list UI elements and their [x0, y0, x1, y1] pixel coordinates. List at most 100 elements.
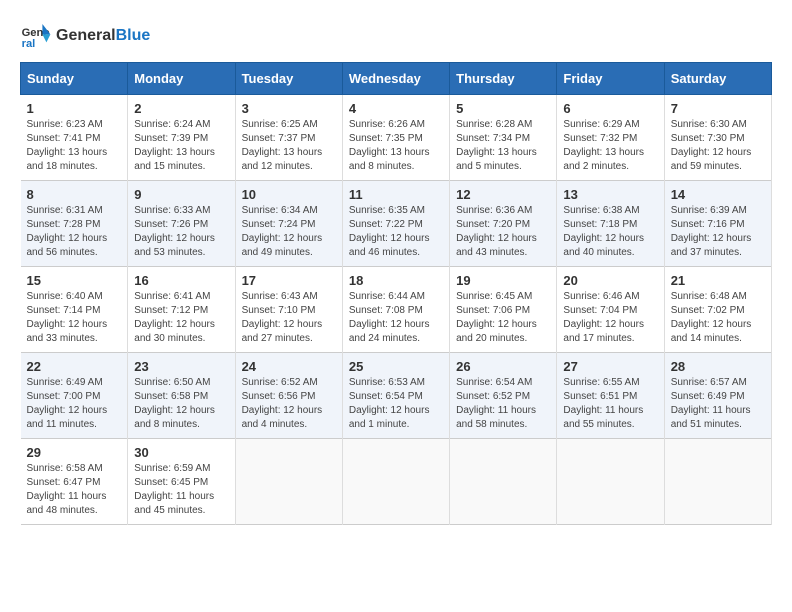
day-number: 23: [134, 359, 228, 374]
day-number: 17: [242, 273, 336, 288]
day-info: Sunrise: 6:28 AM Sunset: 7:34 PM Dayligh…: [456, 118, 550, 174]
calendar-table: SundayMondayTuesdayWednesdayThursdayFrid…: [20, 62, 772, 525]
svg-text:ral: ral: [22, 38, 36, 50]
day-info: Sunrise: 6:44 AM Sunset: 7:08 PM Dayligh…: [349, 290, 443, 346]
day-number: 25: [349, 359, 443, 374]
calendar-cell: [235, 439, 342, 525]
day-info: Sunrise: 6:23 AM Sunset: 7:41 PM Dayligh…: [27, 118, 122, 174]
day-number: 22: [27, 359, 122, 374]
day-info: Sunrise: 6:46 AM Sunset: 7:04 PM Dayligh…: [563, 290, 657, 346]
day-number: 16: [134, 273, 228, 288]
day-number: 4: [349, 101, 443, 116]
day-info: Sunrise: 6:59 AM Sunset: 6:45 PM Dayligh…: [134, 462, 228, 518]
day-info: Sunrise: 6:33 AM Sunset: 7:26 PM Dayligh…: [134, 204, 228, 260]
day-info: Sunrise: 6:39 AM Sunset: 7:16 PM Dayligh…: [671, 204, 765, 260]
day-info: Sunrise: 6:29 AM Sunset: 7:32 PM Dayligh…: [563, 118, 657, 174]
day-number: 28: [671, 359, 765, 374]
day-number: 1: [27, 101, 122, 116]
weekday-header-monday: Monday: [128, 63, 235, 95]
calendar-cell: 12 Sunrise: 6:36 AM Sunset: 7:20 PM Dayl…: [450, 181, 557, 267]
day-number: 7: [671, 101, 765, 116]
day-number: 10: [242, 187, 336, 202]
calendar-cell: 8 Sunrise: 6:31 AM Sunset: 7:28 PM Dayli…: [21, 181, 128, 267]
calendar-cell: 9 Sunrise: 6:33 AM Sunset: 7:26 PM Dayli…: [128, 181, 235, 267]
day-number: 13: [563, 187, 657, 202]
day-info: Sunrise: 6:54 AM Sunset: 6:52 PM Dayligh…: [456, 376, 550, 432]
day-number: 26: [456, 359, 550, 374]
calendar-cell: 25 Sunrise: 6:53 AM Sunset: 6:54 PM Dayl…: [342, 353, 449, 439]
calendar-cell: 16 Sunrise: 6:41 AM Sunset: 7:12 PM Dayl…: [128, 267, 235, 353]
day-number: 11: [349, 187, 443, 202]
day-info: Sunrise: 6:34 AM Sunset: 7:24 PM Dayligh…: [242, 204, 336, 260]
calendar-cell: [664, 439, 771, 525]
calendar-cell: 3 Sunrise: 6:25 AM Sunset: 7:37 PM Dayli…: [235, 95, 342, 181]
day-number: 6: [563, 101, 657, 116]
day-number: 14: [671, 187, 765, 202]
day-number: 30: [134, 445, 228, 460]
week-row-2: 8 Sunrise: 6:31 AM Sunset: 7:28 PM Dayli…: [21, 181, 772, 267]
calendar-cell: 17 Sunrise: 6:43 AM Sunset: 7:10 PM Dayl…: [235, 267, 342, 353]
calendar-cell: 4 Sunrise: 6:26 AM Sunset: 7:35 PM Dayli…: [342, 95, 449, 181]
calendar-cell: 26 Sunrise: 6:54 AM Sunset: 6:52 PM Dayl…: [450, 353, 557, 439]
calendar-cell: 22 Sunrise: 6:49 AM Sunset: 7:00 PM Dayl…: [21, 353, 128, 439]
day-info: Sunrise: 6:30 AM Sunset: 7:30 PM Dayligh…: [671, 118, 765, 174]
day-info: Sunrise: 6:53 AM Sunset: 6:54 PM Dayligh…: [349, 376, 443, 432]
day-number: 12: [456, 187, 550, 202]
calendar-cell: 10 Sunrise: 6:34 AM Sunset: 7:24 PM Dayl…: [235, 181, 342, 267]
day-info: Sunrise: 6:26 AM Sunset: 7:35 PM Dayligh…: [349, 118, 443, 174]
calendar-cell: 7 Sunrise: 6:30 AM Sunset: 7:30 PM Dayli…: [664, 95, 771, 181]
day-info: Sunrise: 6:58 AM Sunset: 6:47 PM Dayligh…: [27, 462, 122, 518]
week-row-4: 22 Sunrise: 6:49 AM Sunset: 7:00 PM Dayl…: [21, 353, 772, 439]
day-info: Sunrise: 6:57 AM Sunset: 6:49 PM Dayligh…: [671, 376, 765, 432]
day-info: Sunrise: 6:24 AM Sunset: 7:39 PM Dayligh…: [134, 118, 228, 174]
day-info: Sunrise: 6:40 AM Sunset: 7:14 PM Dayligh…: [27, 290, 122, 346]
weekday-header-friday: Friday: [557, 63, 664, 95]
calendar-cell: 2 Sunrise: 6:24 AM Sunset: 7:39 PM Dayli…: [128, 95, 235, 181]
calendar-cell: 13 Sunrise: 6:38 AM Sunset: 7:18 PM Dayl…: [557, 181, 664, 267]
day-info: Sunrise: 6:43 AM Sunset: 7:10 PM Dayligh…: [242, 290, 336, 346]
calendar-cell: 27 Sunrise: 6:55 AM Sunset: 6:51 PM Dayl…: [557, 353, 664, 439]
weekday-header-saturday: Saturday: [664, 63, 771, 95]
calendar-cell: 1 Sunrise: 6:23 AM Sunset: 7:41 PM Dayli…: [21, 95, 128, 181]
day-number: 5: [456, 101, 550, 116]
day-number: 29: [27, 445, 122, 460]
weekday-header-sunday: Sunday: [21, 63, 128, 95]
calendar-cell: [450, 439, 557, 525]
calendar-cell: 28 Sunrise: 6:57 AM Sunset: 6:49 PM Dayl…: [664, 353, 771, 439]
day-number: 15: [27, 273, 122, 288]
day-number: 19: [456, 273, 550, 288]
day-number: 3: [242, 101, 336, 116]
calendar-cell: 21 Sunrise: 6:48 AM Sunset: 7:02 PM Dayl…: [664, 267, 771, 353]
calendar-cell: 11 Sunrise: 6:35 AM Sunset: 7:22 PM Dayl…: [342, 181, 449, 267]
logo: Gene ral GeneralBlue: [20, 20, 150, 52]
calendar-cell: 20 Sunrise: 6:46 AM Sunset: 7:04 PM Dayl…: [557, 267, 664, 353]
logo-text: GeneralBlue: [56, 27, 150, 45]
weekday-header-row: SundayMondayTuesdayWednesdayThursdayFrid…: [21, 63, 772, 95]
week-row-3: 15 Sunrise: 6:40 AM Sunset: 7:14 PM Dayl…: [21, 267, 772, 353]
weekday-header-tuesday: Tuesday: [235, 63, 342, 95]
day-number: 21: [671, 273, 765, 288]
day-info: Sunrise: 6:50 AM Sunset: 6:58 PM Dayligh…: [134, 376, 228, 432]
day-number: 9: [134, 187, 228, 202]
day-number: 2: [134, 101, 228, 116]
calendar-cell: 14 Sunrise: 6:39 AM Sunset: 7:16 PM Dayl…: [664, 181, 771, 267]
day-info: Sunrise: 6:25 AM Sunset: 7:37 PM Dayligh…: [242, 118, 336, 174]
day-number: 24: [242, 359, 336, 374]
page-header: Gene ral GeneralBlue: [20, 20, 772, 52]
calendar-cell: 15 Sunrise: 6:40 AM Sunset: 7:14 PM Dayl…: [21, 267, 128, 353]
weekday-header-thursday: Thursday: [450, 63, 557, 95]
week-row-1: 1 Sunrise: 6:23 AM Sunset: 7:41 PM Dayli…: [21, 95, 772, 181]
day-info: Sunrise: 6:45 AM Sunset: 7:06 PM Dayligh…: [456, 290, 550, 346]
day-number: 8: [27, 187, 122, 202]
day-info: Sunrise: 6:55 AM Sunset: 6:51 PM Dayligh…: [563, 376, 657, 432]
calendar-cell: 29 Sunrise: 6:58 AM Sunset: 6:47 PM Dayl…: [21, 439, 128, 525]
day-info: Sunrise: 6:41 AM Sunset: 7:12 PM Dayligh…: [134, 290, 228, 346]
calendar-cell: 30 Sunrise: 6:59 AM Sunset: 6:45 PM Dayl…: [128, 439, 235, 525]
day-info: Sunrise: 6:52 AM Sunset: 6:56 PM Dayligh…: [242, 376, 336, 432]
calendar-cell: 23 Sunrise: 6:50 AM Sunset: 6:58 PM Dayl…: [128, 353, 235, 439]
day-info: Sunrise: 6:38 AM Sunset: 7:18 PM Dayligh…: [563, 204, 657, 260]
logo-icon: Gene ral: [20, 20, 52, 52]
calendar-cell: [557, 439, 664, 525]
calendar-cell: 19 Sunrise: 6:45 AM Sunset: 7:06 PM Dayl…: [450, 267, 557, 353]
calendar-cell: [342, 439, 449, 525]
